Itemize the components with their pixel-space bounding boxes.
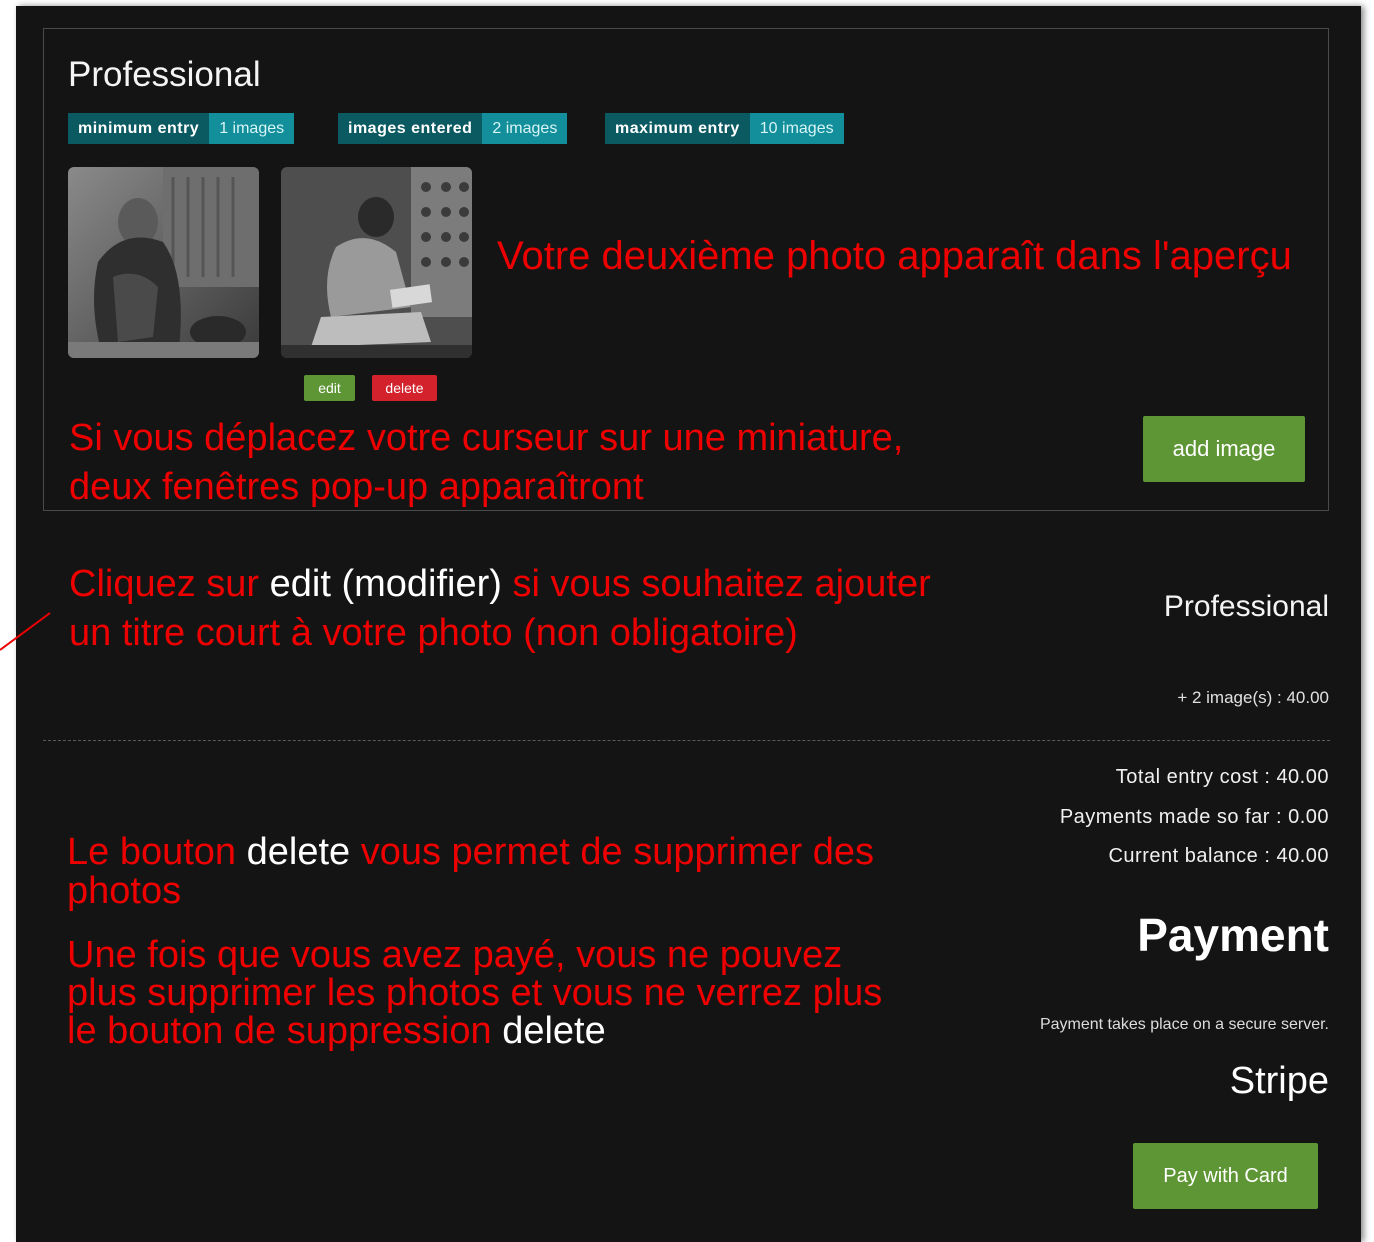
total-entry-cost: Total entry cost : 40.00 bbox=[1115, 766, 1329, 788]
category-title: Professional bbox=[68, 55, 261, 94]
badge-key: images entered bbox=[338, 113, 483, 144]
thumbnail-1[interactable] bbox=[68, 167, 259, 358]
annotation-text: Cliquez sur bbox=[69, 563, 270, 605]
badge-value: 10 images bbox=[749, 113, 844, 144]
annotation-text: vous permet de supprimer des bbox=[350, 831, 874, 873]
badge-maximum-entry: maximum entry 10 images bbox=[605, 113, 844, 144]
summary-line: + 2 image(s) : 40.00 bbox=[1177, 688, 1329, 707]
annotation-text: le bouton de suppression bbox=[67, 1010, 503, 1052]
badge-value: 1 images bbox=[209, 113, 295, 144]
badge-images-entered: images entered 2 images bbox=[338, 113, 568, 144]
annotation-preview: Votre deuxième photo apparaît dans l'ape… bbox=[497, 234, 1292, 278]
payment-heading: Payment bbox=[1137, 909, 1329, 961]
annotation-delete-line1: Le bouton delete vous permet de supprime… bbox=[67, 831, 874, 874]
badge-key: maximum entry bbox=[605, 113, 750, 144]
annotation-highlight: edit (modifier) bbox=[269, 563, 502, 605]
divider bbox=[43, 740, 1330, 741]
add-image-button[interactable]: add image bbox=[1143, 416, 1305, 482]
annotation-paid-line1: Une fois que vous avez payé, vous ne pou… bbox=[67, 934, 843, 976]
annotation-text: si vous souhaitez ajouter bbox=[501, 563, 931, 605]
current-balance: Current balance : 40.00 bbox=[1108, 845, 1329, 867]
badge-key: minimum entry bbox=[68, 113, 210, 144]
photo-elderly-woman-icon bbox=[68, 167, 259, 358]
payment-note: Payment takes place on a secure server. bbox=[1039, 1016, 1329, 1033]
annotation-pointer-line bbox=[0, 612, 51, 651]
delete-button[interactable]: delete bbox=[372, 375, 437, 401]
thumbnail-2[interactable] bbox=[281, 167, 472, 358]
payments-made: Payments made so far : 0.00 bbox=[1059, 806, 1329, 828]
annotation-hover-line1: Si vous déplacez votre curseur sur une m… bbox=[69, 417, 904, 459]
annotation-highlight: delete bbox=[502, 1010, 606, 1052]
photo-girl-writing-icon bbox=[281, 167, 472, 358]
annotation-hover-line2: deux fenêtres pop-up apparaîtront bbox=[69, 466, 644, 508]
pay-with-card-button[interactable]: Pay with Card bbox=[1133, 1143, 1318, 1209]
annotation-paid-line3: le bouton de suppression delete bbox=[67, 1010, 606, 1053]
badge-minimum-entry: minimum entry 1 images bbox=[68, 113, 295, 144]
annotation-paid-line2: plus supprimer les photos et vous ne ver… bbox=[67, 972, 883, 1014]
badge-value: 2 images bbox=[482, 113, 568, 144]
annotation-edit-line1: Cliquez sur edit (modifier) si vous souh… bbox=[69, 563, 931, 606]
summary-title: Professional bbox=[1163, 590, 1329, 623]
edit-button[interactable]: edit bbox=[304, 375, 355, 401]
stripe-label: Stripe bbox=[1229, 1060, 1329, 1102]
annotation-edit-line2: un titre court à votre photo (non obliga… bbox=[69, 612, 798, 654]
annotation-text: Le bouton bbox=[67, 831, 247, 873]
annotation-delete-line2: photos bbox=[67, 870, 182, 912]
annotation-highlight: delete bbox=[246, 831, 351, 873]
